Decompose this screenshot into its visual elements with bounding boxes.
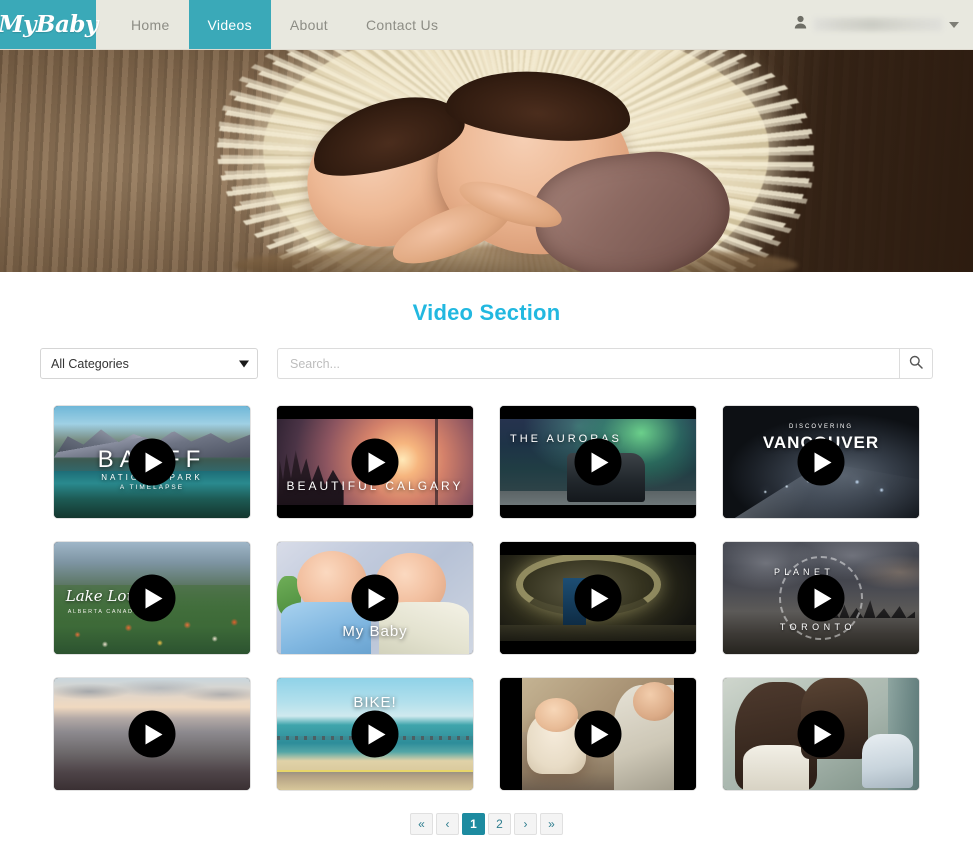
video-card[interactable]: BIKE! bbox=[276, 677, 474, 791]
pagination-next[interactable]: › bbox=[514, 813, 537, 835]
user-menu[interactable] bbox=[794, 0, 973, 49]
pagination-page-2[interactable]: 2 bbox=[488, 813, 511, 835]
video-grid: BANFF NATIONAL PARK A TIMELAPSE BEAUTIFU… bbox=[0, 405, 973, 791]
video-subtitle: ALBERTA CANADA bbox=[68, 609, 139, 615]
play-icon[interactable] bbox=[352, 575, 399, 622]
video-card[interactable]: BEAUTIFUL CALGARY bbox=[276, 405, 474, 519]
play-icon[interactable] bbox=[129, 711, 176, 758]
chevron-down-icon bbox=[949, 22, 959, 28]
category-select[interactable]: All Categories bbox=[40, 348, 258, 379]
nav-link-home[interactable]: Home bbox=[112, 0, 189, 49]
road-line bbox=[277, 770, 473, 772]
child-figure bbox=[862, 734, 913, 788]
user-email-label bbox=[814, 18, 942, 31]
main-nav: Home Videos About Contact Us bbox=[112, 0, 457, 49]
play-icon[interactable] bbox=[798, 711, 845, 758]
video-card[interactable] bbox=[53, 677, 251, 791]
nav-link-contact-us[interactable]: Contact Us bbox=[347, 0, 457, 49]
nav-link-about[interactable]: About bbox=[271, 0, 347, 49]
letterbox-bottom bbox=[500, 505, 696, 518]
search-group bbox=[277, 348, 933, 379]
video-card[interactable]: THE AURORAS bbox=[499, 405, 697, 519]
pagination: « ‹ 1 2 › » bbox=[0, 813, 973, 835]
clouds bbox=[54, 680, 250, 709]
pagination-first[interactable]: « bbox=[410, 813, 433, 835]
nav-link-videos[interactable]: Videos bbox=[189, 0, 271, 49]
hero-banner bbox=[0, 50, 973, 272]
search-icon bbox=[909, 355, 923, 372]
pillarbox-right bbox=[674, 678, 696, 790]
main-content: Video Section All Categories bbox=[0, 300, 973, 845]
pagination-prev[interactable]: ‹ bbox=[436, 813, 459, 835]
video-card[interactable] bbox=[722, 677, 920, 791]
baby-head bbox=[535, 698, 578, 732]
play-icon[interactable] bbox=[129, 575, 176, 622]
video-card[interactable]: DISCOVERING VANCOUVER bbox=[722, 405, 920, 519]
filter-controls: All Categories bbox=[0, 348, 973, 379]
letterbox-bottom bbox=[500, 641, 696, 654]
video-card[interactable] bbox=[499, 677, 697, 791]
video-card[interactable] bbox=[499, 541, 697, 655]
play-icon[interactable] bbox=[798, 575, 845, 622]
search-button[interactable] bbox=[899, 348, 933, 379]
father-head bbox=[633, 682, 676, 720]
pole bbox=[435, 406, 438, 518]
pagination-last[interactable]: » bbox=[540, 813, 563, 835]
play-icon[interactable] bbox=[352, 439, 399, 486]
video-card[interactable]: P L A N E T T O R O N T O PLANET TORONTO bbox=[722, 541, 920, 655]
woman-sleeve bbox=[743, 745, 810, 790]
category-filter[interactable]: All Categories bbox=[40, 348, 258, 379]
search-input[interactable] bbox=[277, 348, 899, 379]
video-card[interactable]: My Baby bbox=[276, 541, 474, 655]
play-icon[interactable] bbox=[352, 711, 399, 758]
pillarbox-left bbox=[500, 678, 522, 790]
video-card[interactable]: Lake Louise ALBERTA CANADA bbox=[53, 541, 251, 655]
play-icon[interactable] bbox=[129, 439, 176, 486]
letterbox-top bbox=[277, 406, 473, 419]
letterbox-top bbox=[500, 542, 696, 555]
brand-logo[interactable]: MyBaby bbox=[0, 0, 96, 49]
pagination-page-1[interactable]: 1 bbox=[462, 813, 485, 835]
page-title: Video Section bbox=[0, 300, 973, 326]
video-card[interactable]: BANFF NATIONAL PARK A TIMELAPSE bbox=[53, 405, 251, 519]
play-icon[interactable] bbox=[575, 575, 622, 622]
play-icon[interactable] bbox=[575, 711, 622, 758]
user-icon bbox=[794, 15, 807, 34]
letterbox-bottom bbox=[277, 505, 473, 518]
navbar: MyBaby Home Videos About Contact Us bbox=[0, 0, 973, 50]
play-icon[interactable] bbox=[798, 439, 845, 486]
beach-road bbox=[277, 770, 473, 790]
letterbox-top bbox=[500, 406, 696, 419]
play-icon[interactable] bbox=[575, 439, 622, 486]
